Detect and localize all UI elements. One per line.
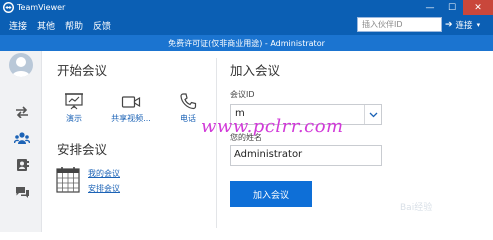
license-text: 免费许可证(仅非商业用途) - Administrator: [168, 38, 325, 48]
presentation-icon: [51, 90, 97, 110]
join-meeting-panel: 加入会议 会议ID m 您的姓名 Administrator 加入会议: [217, 51, 493, 232]
partner-id-input[interactable]: 插入伙伴ID: [357, 17, 442, 32]
avatar[interactable]: [9, 53, 33, 77]
start-meeting-title: 开始会议: [57, 63, 108, 78]
window-controls: — ☐ ✕: [419, 0, 493, 15]
join-meeting-title: 加入会议: [230, 63, 281, 78]
connect-arrow-icon: ➔: [445, 20, 453, 30]
license-bar: 免费许可证(仅非商业用途) - Administrator: [0, 35, 493, 51]
present-button[interactable]: 演示: [51, 90, 97, 124]
phone-icon: [165, 90, 211, 110]
title-bar: TeamViewer — ☐ ✕: [0, 0, 493, 15]
app-title: TeamViewer: [17, 3, 66, 12]
your-name-input[interactable]: Administrator: [230, 145, 382, 166]
menu-connect[interactable]: 连接: [0, 19, 32, 32]
menu-feedback[interactable]: 反馈: [88, 19, 116, 32]
meeting-icon[interactable]: [14, 131, 30, 145]
start-meeting-panel: 开始会议 演示 共享视频... 电话 安排会议 我的会议 安排会议: [42, 51, 216, 232]
connect-label: 连接: [455, 21, 473, 31]
site-watermark: www.pclrr.com: [201, 116, 344, 137]
minimize-button[interactable]: —: [419, 0, 441, 15]
baidu-watermark: Bai经验: [400, 203, 433, 213]
connect-button[interactable]: ➔ 连接 ▾: [445, 18, 480, 32]
contacts-icon[interactable]: [14, 158, 30, 172]
left-nav: [0, 51, 42, 232]
schedule-meeting-link[interactable]: 安排会议: [88, 183, 120, 194]
share-video-label: 共享视频...: [111, 114, 151, 123]
chat-icon[interactable]: [14, 185, 30, 199]
schedule-meeting-title: 安排会议: [57, 142, 108, 157]
close-button[interactable]: ✕: [463, 0, 493, 15]
teamviewer-logo-icon: [3, 2, 14, 13]
calendar-icon: [56, 166, 80, 196]
share-video-button[interactable]: 共享视频...: [108, 90, 154, 124]
menu-help[interactable]: 帮助: [60, 19, 88, 32]
video-camera-icon: [108, 90, 154, 110]
chevron-down-icon[interactable]: ▾: [477, 21, 481, 29]
meeting-id-label: 会议ID: [230, 90, 255, 99]
join-meeting-button[interactable]: 加入会议: [230, 181, 312, 207]
my-meetings-link[interactable]: 我的会议: [88, 168, 120, 179]
maximize-button[interactable]: ☐: [441, 0, 463, 15]
present-label: 演示: [66, 114, 82, 123]
remote-control-icon[interactable]: [14, 105, 30, 119]
chevron-down-icon[interactable]: [364, 105, 381, 124]
menu-other[interactable]: 其他: [32, 19, 60, 32]
